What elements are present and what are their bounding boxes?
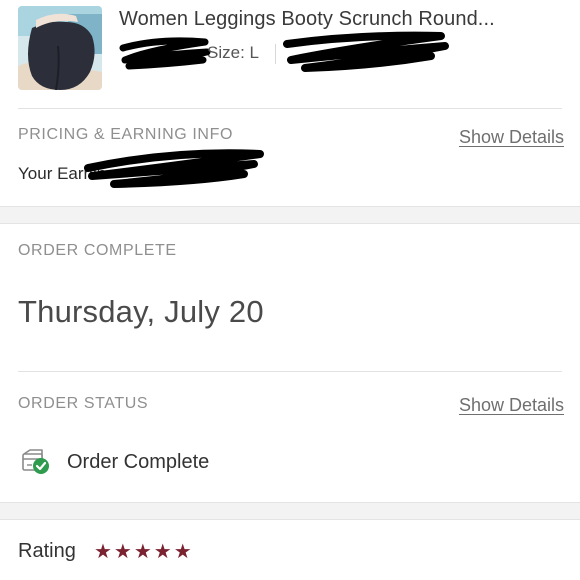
order-status-section-label: ORDER STATUS [18, 395, 149, 412]
order-status-show-details-link[interactable]: Show Details [459, 395, 564, 416]
order-status-text: Order Complete [67, 451, 210, 473]
pricing-show-details-link[interactable]: Show Details [459, 127, 564, 148]
earnings-text: Your Earnin [18, 164, 106, 184]
box-check-icon [22, 449, 49, 474]
order-status-row: Order Complete [20, 446, 420, 478]
product-title[interactable]: Women Leggings Booty Scrunch Round... [119, 8, 569, 31]
product-header[interactable]: Women Leggings Booty Scrunch Round... Si… [0, 0, 580, 108]
rating-stars-icon: ★★★★★ [94, 541, 194, 563]
section-separator [0, 502, 580, 520]
product-meta-row: Size: L [119, 31, 569, 72]
earnings-label: Your Earnin [18, 164, 107, 183]
product-thumbnail[interactable] [18, 6, 102, 90]
product-photo [18, 6, 102, 90]
order-complete-date: Thursday, July 20 [18, 294, 264, 329]
redaction-scribble [119, 37, 211, 70]
redaction-scribble [283, 31, 449, 72]
divider [18, 371, 562, 372]
rating-label: Rating [18, 540, 76, 562]
pricing-section-label: PRICING & EARNING INFO [18, 126, 233, 143]
size-label: Size: L [207, 43, 259, 62]
rating-row: Rating ★★★★★ [18, 539, 418, 569]
divider [18, 108, 562, 109]
section-separator [0, 206, 580, 224]
meta-divider [275, 44, 276, 64]
order-complete-section-label: ORDER COMPLETE [18, 242, 177, 259]
redaction-scribble [84, 149, 264, 188]
order-details-page: Women Leggings Booty Scrunch Round... Si… [0, 0, 580, 580]
